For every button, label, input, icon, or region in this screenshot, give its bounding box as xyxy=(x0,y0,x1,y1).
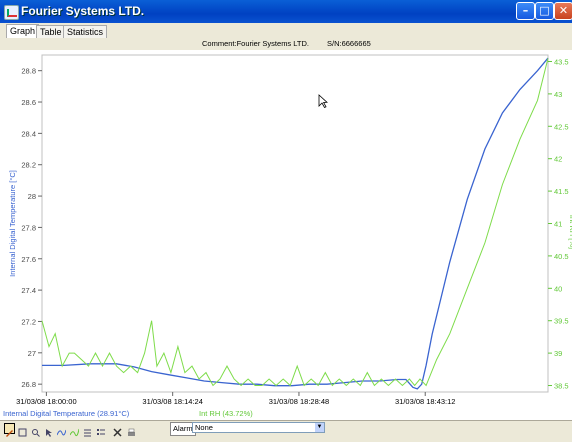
status-bar: Internal Digital Temperature (28.91°C) I… xyxy=(0,408,572,420)
right-tick-label: 40.5 xyxy=(554,252,569,261)
right-tick-label: 41 xyxy=(554,220,562,229)
pointer-icon[interactable] xyxy=(4,423,15,437)
right-tick-label: 42.5 xyxy=(554,122,569,131)
cursor-icon[interactable] xyxy=(43,423,54,437)
alarm-value: None xyxy=(195,423,213,432)
left-tick-label: 28 xyxy=(28,192,36,201)
alarm-dropdown[interactable]: None ▼ xyxy=(192,422,325,433)
delete-icon[interactable] xyxy=(112,423,123,437)
plot-frame xyxy=(41,54,549,393)
x-tick-label: 31/03/08 18:00:00 xyxy=(16,397,76,406)
temperature-readout: Internal Digital Temperature (28.91°C) xyxy=(3,409,130,418)
maximize-button[interactable]: □ xyxy=(535,2,554,20)
left-tick-label: 27.4 xyxy=(21,286,36,295)
view-tabs: Graph Table Statistics xyxy=(0,23,572,38)
magnifier-icon[interactable] xyxy=(30,423,41,437)
left-tick-label: 26.8 xyxy=(21,380,36,389)
comment-row: Comment:Fourier Systems LTD. S/N:6666665 xyxy=(0,38,572,50)
print-icon[interactable] xyxy=(126,423,137,436)
right-tick-label: 38.5 xyxy=(554,382,569,391)
right-tick-label: 43 xyxy=(554,90,562,99)
zoom-box-icon[interactable] xyxy=(17,423,28,437)
left-tick-label: 28.2 xyxy=(21,161,36,170)
chevron-down-icon[interactable]: ▼ xyxy=(315,423,324,432)
right-tick-label: 39.5 xyxy=(554,317,569,326)
x-tick-label: 31/03/08 18:14:24 xyxy=(142,397,202,406)
comment-text: Comment:Fourier Systems LTD. xyxy=(202,39,309,48)
close-button[interactable]: ✕ xyxy=(554,2,572,20)
left-tick-label: 27.6 xyxy=(21,255,36,264)
right-tick-label: 41.5 xyxy=(554,187,569,196)
left-tick-label: 27 xyxy=(28,349,36,358)
serial-number: S/N:6666665 xyxy=(327,39,371,48)
x-tick-label: 31/03/08 18:28:48 xyxy=(269,397,329,406)
spline-icon[interactable] xyxy=(56,423,67,436)
app-icon xyxy=(4,5,19,20)
x-tick-label: 31/03/08 18:43:12 xyxy=(395,397,455,406)
right-tick-label: 43.5 xyxy=(554,57,569,66)
minimize-button[interactable]: – xyxy=(516,2,535,20)
left-tick-label: 28.4 xyxy=(21,129,36,138)
chart-svg[interactable]: 26.8 27 27.2 27.4 27.6 27.8 28 28.2 28.4 28.6 28.8… xyxy=(0,50,572,408)
filter-icon[interactable] xyxy=(82,423,93,437)
tab-table[interactable]: Table xyxy=(36,25,66,38)
tab-graph[interactable]: Graph xyxy=(6,24,40,38)
tab-statistics[interactable]: Statistics xyxy=(63,25,108,38)
left-axis-label: Internal Digital Temperature [°C] xyxy=(8,170,17,277)
right-axis-label: Int RH [%] xyxy=(568,215,572,249)
left-tick-label: 28.6 xyxy=(21,98,36,107)
right-tick-label: 40 xyxy=(554,284,562,293)
autoscale-icon[interactable] xyxy=(69,423,80,437)
list-icon[interactable] xyxy=(95,423,106,435)
window-title: Fourier Systems LTD. xyxy=(21,4,145,18)
window-title-bar: Fourier Systems LTD. – □ ✕ xyxy=(0,0,572,23)
right-tick-label: 42 xyxy=(554,155,562,164)
left-tick-label: 27.2 xyxy=(21,317,36,326)
graph-area[interactable]: 26.8 27 27.2 27.4 27.6 27.8 28 28.2 28.4 28.6 28.8… xyxy=(0,50,572,408)
left-tick-label: 28.8 xyxy=(21,67,36,76)
humidity-readout: Int RH (43.72%) xyxy=(199,409,253,418)
right-tick-label: 39 xyxy=(554,349,562,358)
left-tick-label: 27.8 xyxy=(21,223,36,232)
bottom-toolbar: Alarm None ▼ xyxy=(0,420,572,437)
